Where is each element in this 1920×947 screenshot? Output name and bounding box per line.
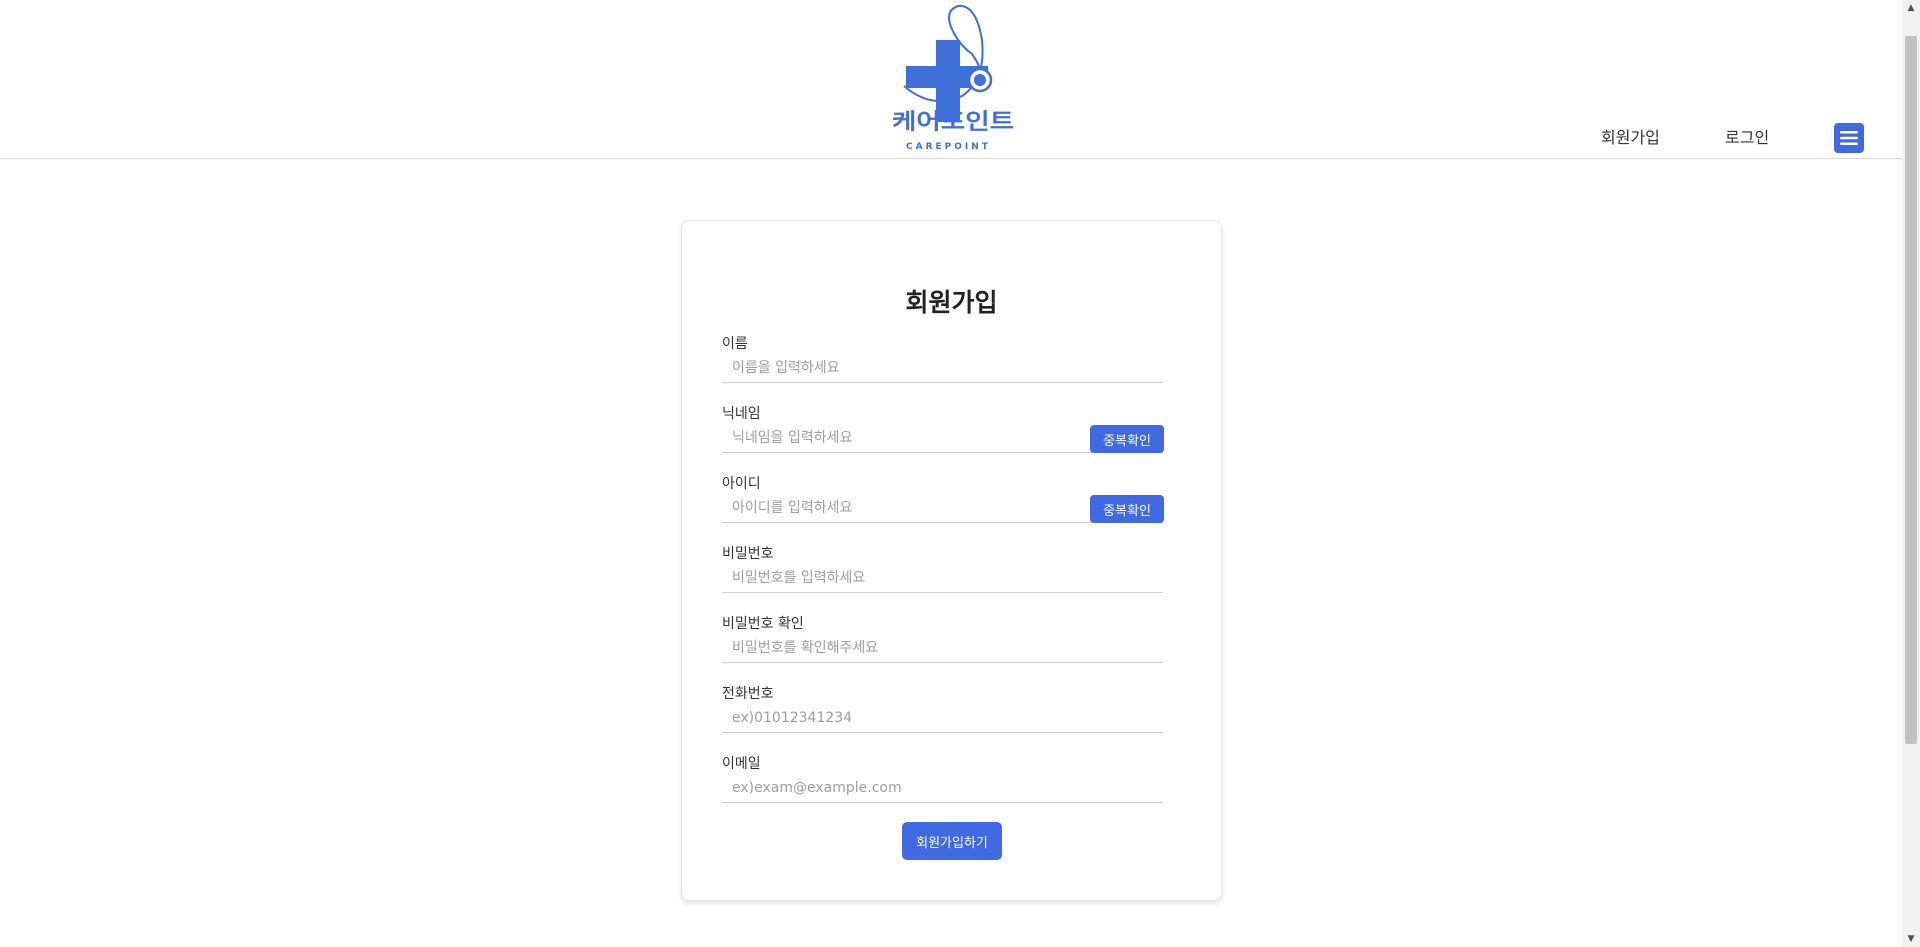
scroll-down-arrow-icon[interactable]: ▼: [1902, 931, 1920, 947]
password-confirm-field-group: 비밀번호 확인: [722, 613, 1163, 675]
hamburger-menu-icon: [1840, 131, 1858, 145]
password-input[interactable]: [722, 563, 1163, 593]
site-header: 케어포인트 CAREPOINT 회원가입 로그인: [0, 0, 1902, 159]
userid-field-group: 아이디 중복확인: [722, 473, 1164, 535]
signup-card: 회원가입 이름 닉네임 중복확인 아이디 중복확인 비밀번호 비밀번호 확인 전…: [681, 220, 1222, 901]
menu-button[interactable]: [1834, 123, 1864, 153]
carepoint-logo[interactable]: 케어포인트 CAREPOINT: [878, 0, 1028, 154]
signup-submit-button[interactable]: 회원가입하기: [902, 822, 1002, 860]
scroll-up-arrow-icon[interactable]: ▲: [1902, 0, 1920, 16]
logo-korean-text: 케어포인트: [892, 110, 1014, 135]
name-field-group: 이름: [722, 333, 1163, 395]
email-label: 이메일: [722, 756, 761, 772]
name-input[interactable]: [722, 353, 1163, 383]
phone-input[interactable]: [722, 703, 1163, 733]
password-label: 비밀번호: [722, 546, 774, 562]
nav-login-link[interactable]: 로그인: [1725, 124, 1769, 148]
userid-label: 아이디: [722, 476, 761, 492]
phone-field-group: 전화번호: [722, 683, 1163, 745]
password-field-group: 비밀번호: [722, 543, 1163, 605]
vertical-scrollbar[interactable]: ▲ ▼: [1902, 0, 1920, 947]
phone-label: 전화번호: [722, 686, 774, 702]
nav-signup-link[interactable]: 회원가입: [1601, 124, 1660, 148]
email-field-group: 이메일: [722, 753, 1163, 815]
logo-english-text: CAREPOINT: [906, 142, 991, 152]
page-title: 회원가입: [905, 288, 998, 317]
email-input[interactable]: [722, 773, 1163, 803]
scrollbar-thumb[interactable]: [1905, 36, 1917, 744]
userid-duplicate-check-button[interactable]: 중복확인: [1090, 495, 1164, 523]
password-confirm-input[interactable]: [722, 633, 1163, 663]
name-label: 이름: [722, 336, 748, 352]
password-confirm-label: 비밀번호 확인: [722, 616, 804, 632]
nickname-field-group: 닉네임 중복확인: [722, 403, 1164, 465]
medical-cross-stethoscope-icon: 케어포인트 CAREPOINT: [892, 4, 1014, 152]
nickname-label: 닉네임: [722, 406, 761, 422]
nickname-duplicate-check-button[interactable]: 중복확인: [1090, 425, 1164, 453]
